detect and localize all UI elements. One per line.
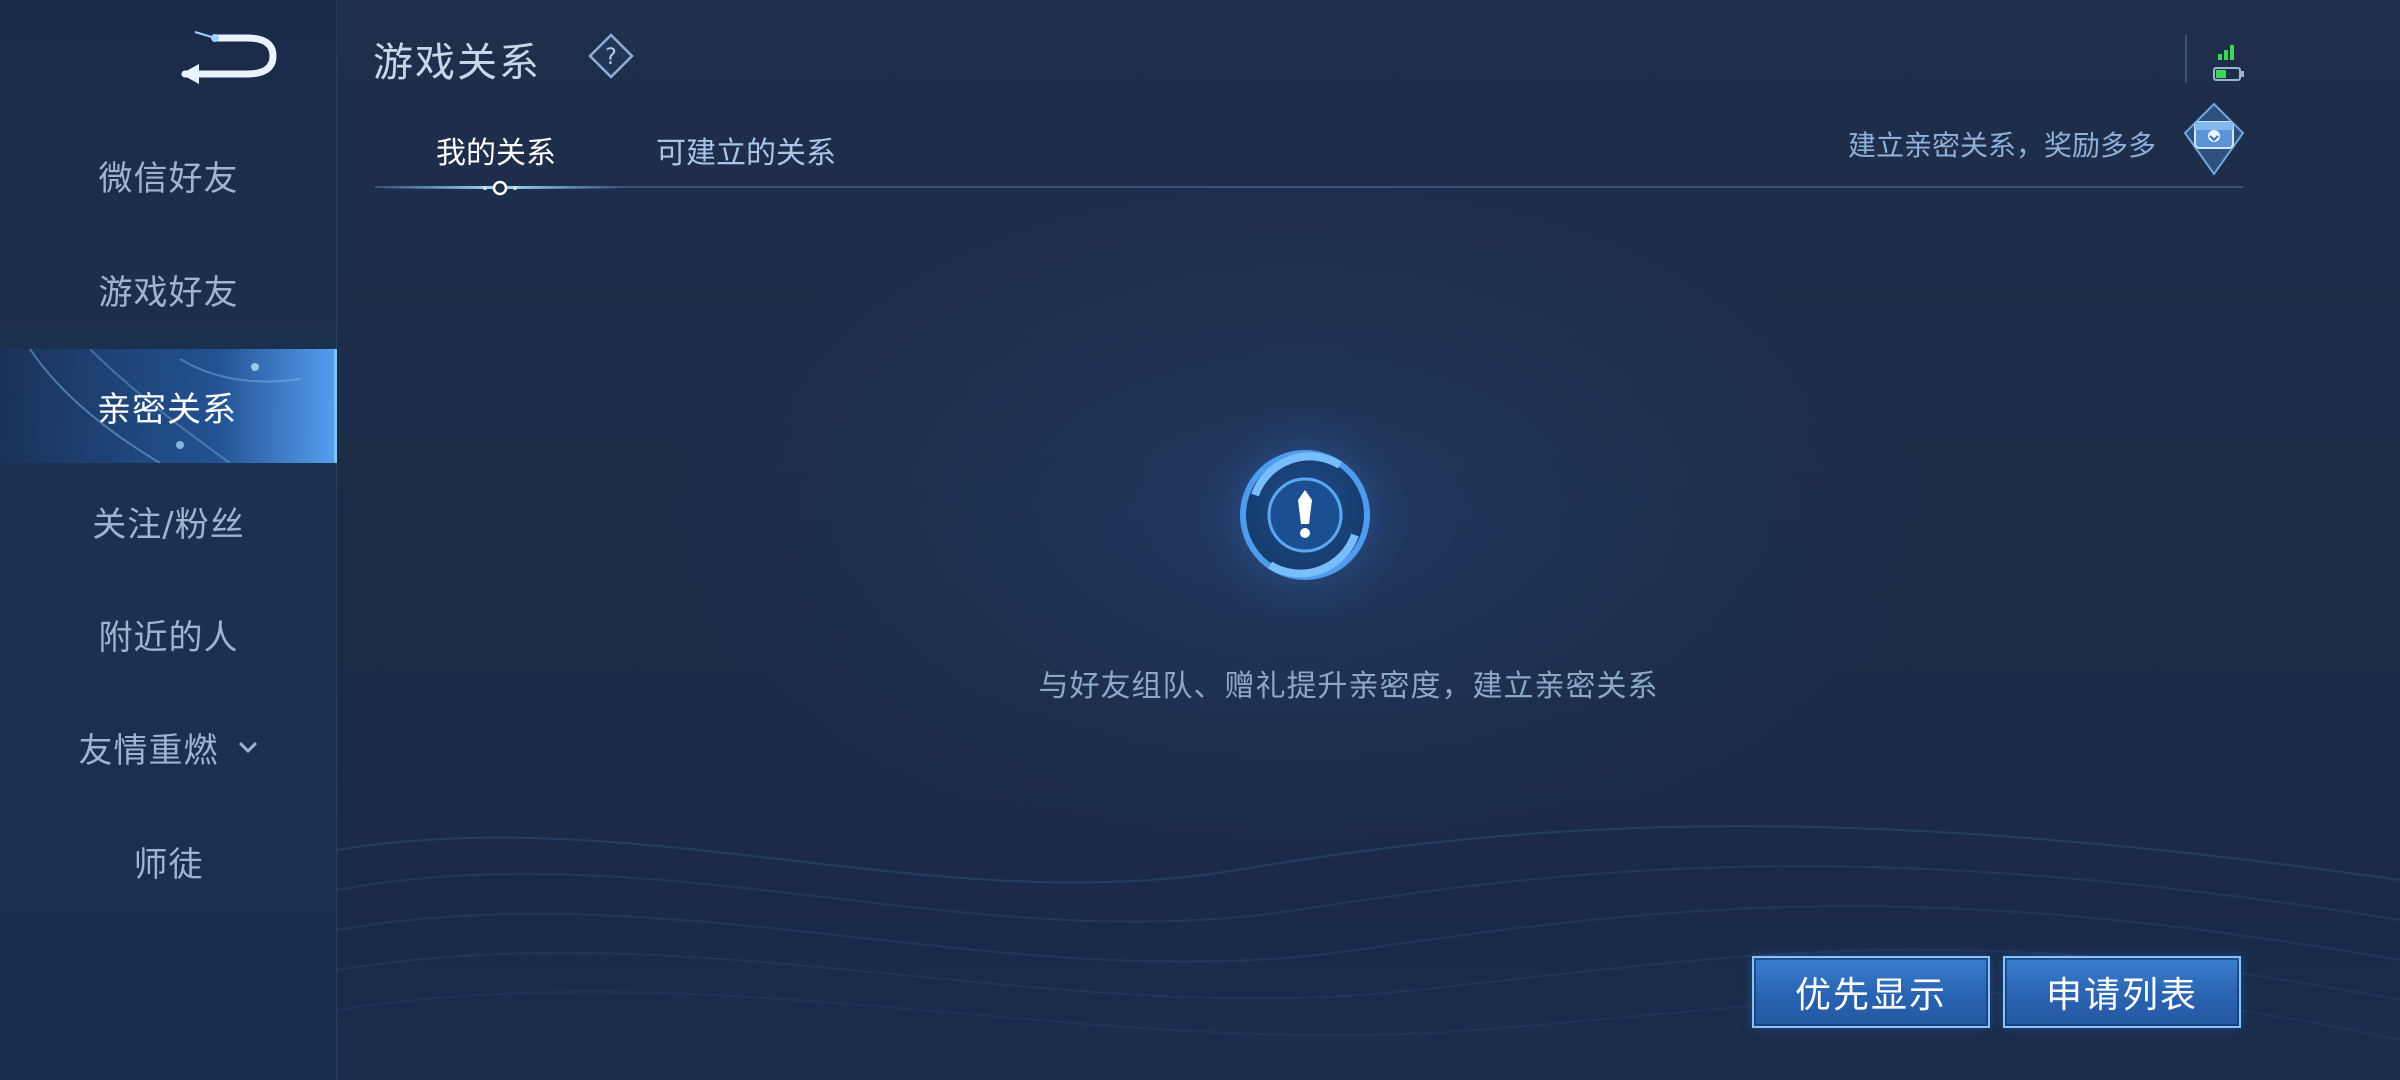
application-list-button[interactable]: 申请列表: [2003, 956, 2241, 1028]
sidebar-item-follow-fans[interactable]: 关注/粉丝: [0, 464, 337, 578]
sidebar-item-friendship-rekindle[interactable]: 友情重燃: [0, 690, 337, 804]
sidebar-item-game-friends[interactable]: 游戏好友: [0, 232, 337, 346]
sidebar-item-label: 师徒: [133, 844, 204, 885]
battery-icon: [2213, 67, 2244, 81]
exclamation-emblem-icon: [1193, 403, 1417, 627]
active-tab-indicator: [375, 180, 625, 196]
tab-divider: [375, 186, 2243, 188]
sidebar-item-label: 友情重燃: [78, 730, 219, 771]
sidebar: 微信好友 游戏好友 亲密关系 关注/粉丝 附近的人 友情重燃 师徒: [0, 0, 337, 1080]
promo-text: 建立亲密关系，奖励多多: [1848, 129, 2157, 162]
empty-state-container: 与好友组队、赠礼提升亲密度，建立亲密关系: [0, 661, 2400, 705]
sidebar-item-label: 关注/粉丝: [92, 504, 245, 545]
sidebar-item-label: 游戏好友: [98, 272, 239, 313]
page-title: 游戏关系: [373, 40, 541, 86]
background-waves: [337, 825, 2400, 1041]
tab-my-relations[interactable]: 我的关系: [436, 128, 556, 172]
sidebar-item-label: 亲密关系: [97, 389, 237, 430]
chevron-down-icon[interactable]: [237, 735, 259, 760]
sidebar-item-intimate-relations[interactable]: 亲密关系: [0, 349, 337, 463]
tab-available-relations[interactable]: 可建立的关系: [656, 128, 836, 172]
sidebar-item-wechat-friends[interactable]: 微信好友: [0, 118, 337, 232]
sidebar-item-nearby-people[interactable]: 附近的人: [0, 577, 337, 691]
empty-state-message: 与好友组队、赠礼提升亲密度，建立亲密关系: [1038, 669, 1659, 704]
game-relations-screen: 微信好友 游戏好友 亲密关系 关注/粉丝 附近的人 友情重燃 师徒 游戏关系 ?…: [0, 0, 2400, 1080]
back-arrow-icon[interactable]: [175, 28, 285, 88]
sidebar-item-label: 附近的人: [98, 617, 239, 658]
svg-text:?: ?: [605, 45, 617, 70]
reward-chest-icon[interactable]: [2183, 102, 2245, 176]
status-indicators: [2213, 45, 2244, 81]
sidebar-item-mentor[interactable]: 师徒: [0, 804, 337, 918]
priority-display-button[interactable]: 优先显示: [1752, 956, 1990, 1028]
status-divider: [2185, 35, 2187, 83]
sidebar-item-label: 微信好友: [98, 158, 239, 199]
question-diamond-icon[interactable]: ?: [588, 33, 634, 79]
signal-bars-icon: [2218, 45, 2234, 60]
